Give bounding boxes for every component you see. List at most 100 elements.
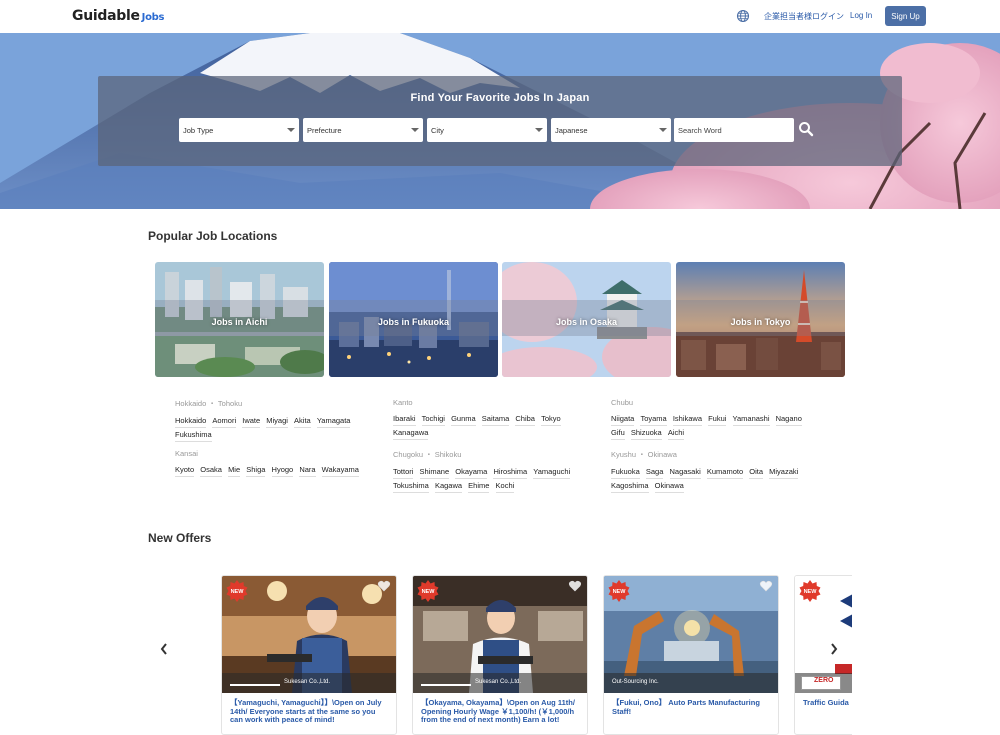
search-icon[interactable] — [798, 121, 814, 137]
pref-link[interactable]: Kagoshima — [611, 479, 649, 493]
location-card-aichi[interactable]: Jobs in Aichi — [155, 262, 324, 377]
pref-link[interactable]: Shizuoka — [630, 426, 662, 440]
company-name: Sukesan Co.,Ltd. — [284, 679, 331, 685]
offer-card[interactable]: NEW Sukesan Co.,Ltd. 【Yamaguchi, Yamaguc… — [221, 575, 397, 735]
pref-link[interactable]: Wakayama — [321, 463, 359, 477]
site-logo[interactable]: Guidable Jobs — [72, 8, 164, 24]
pref-link[interactable]: Nagano — [775, 412, 802, 426]
new-offers-title: New Offers — [148, 531, 212, 545]
pref-link[interactable]: Miyazaki — [769, 465, 799, 479]
offer-card-clip: NEW ZERO Traffic Guida — [794, 575, 852, 735]
offer-card[interactable]: NEW ZERO Traffic Guida — [794, 575, 852, 735]
offer-title[interactable]: 【Okayama, Okayama】\Open on Aug 11th/ Ope… — [421, 698, 581, 725]
pref-link[interactable]: Kochi — [495, 479, 515, 493]
region-chubu: Chubu Niigata Toyama Ishikawa Fukui Yama… — [611, 398, 821, 440]
pref-link[interactable]: Kanagawa — [393, 426, 429, 440]
pref-link[interactable]: Shimane — [419, 465, 450, 479]
pref-link[interactable]: Toyama — [640, 412, 667, 426]
prefecture-select[interactable]: Prefecture — [303, 118, 423, 142]
pref-link[interactable]: Chiba — [515, 412, 535, 426]
pref-link[interactable]: Saga — [645, 465, 664, 479]
offer-card[interactable]: NEW Out-Sourcing Inc. 【Fukui, Ono】 Auto … — [603, 575, 779, 735]
offer-title[interactable]: 【Yamaguchi, Yamaguchi】】\Open on July 14t… — [230, 698, 390, 725]
chevron-down-icon — [411, 128, 419, 132]
pref-link[interactable]: Gunma — [451, 412, 476, 426]
offer-title[interactable]: 【Fukui, Ono】 Auto Parts Manufacturing St… — [612, 698, 772, 716]
pref-link[interactable]: Tottori — [393, 465, 414, 479]
pref-link[interactable]: Oita — [749, 465, 764, 479]
pref-link[interactable]: Okayama — [455, 465, 488, 479]
carousel-next-button[interactable] — [830, 642, 838, 658]
region-name: Hokkaido ・ Tohoku — [175, 399, 243, 408]
pref-link[interactable]: Okinawa — [654, 479, 684, 493]
pref-link[interactable]: Fukui — [708, 412, 727, 426]
location-card-label: Jobs in Fukuoka — [377, 317, 449, 327]
language-select[interactable]: Japanese — [551, 118, 671, 142]
signup-button[interactable]: Sign Up — [885, 6, 926, 26]
pref-link[interactable]: Tokyo — [541, 412, 561, 426]
prefecture-value: Prefecture — [307, 125, 342, 135]
pref-link[interactable]: Hyogo — [271, 463, 294, 477]
pref-link[interactable]: Nara — [299, 463, 316, 477]
offer-title[interactable]: Traffic Guida — [803, 698, 852, 708]
globe-icon[interactable] — [736, 9, 750, 23]
heart-icon[interactable] — [377, 579, 391, 593]
location-card-label: Jobs in Osaka — [555, 317, 618, 327]
pref-link[interactable]: Yamagata — [316, 414, 351, 428]
pref-link[interactable]: Aomori — [212, 414, 237, 428]
pref-link[interactable]: Kagawa — [434, 479, 463, 493]
pref-link[interactable]: Osaka — [200, 463, 222, 477]
search-panel: Find Your Favorite Jobs In Japan Job Typ… — [98, 76, 902, 166]
hero-banner: Find Your Favorite Jobs In Japan Job Typ… — [0, 33, 1000, 209]
pref-link[interactable]: Kyoto — [175, 463, 195, 477]
pref-link[interactable]: Tokushima — [393, 479, 429, 493]
pref-link[interactable]: Kumamoto — [706, 465, 744, 479]
pref-link[interactable]: Nagasaki — [669, 465, 701, 479]
pref-link[interactable]: Fukushima — [175, 428, 212, 442]
heart-icon[interactable] — [568, 579, 582, 593]
corporate-login-link[interactable]: 企業担当者様ログイン — [764, 11, 844, 22]
pref-link[interactable]: Shiga — [246, 463, 266, 477]
pref-link[interactable]: Yamanashi — [732, 412, 770, 426]
region-kyushu-okinawa: Kyushu ・ Okinawa Fukuoka Saga Nagasaki K… — [611, 449, 821, 493]
pref-link[interactable]: Yamaguchi — [533, 465, 571, 479]
region-name: Kansai — [175, 449, 198, 458]
location-card-tokyo[interactable]: Jobs in Tokyo — [676, 262, 845, 377]
heart-icon[interactable] — [759, 579, 773, 593]
chevron-down-icon — [659, 128, 667, 132]
pref-link[interactable]: Ishikawa — [672, 412, 702, 426]
pref-link[interactable]: Saitama — [481, 412, 510, 426]
pref-link[interactable]: Miyagi — [266, 414, 288, 428]
carousel-prev-button[interactable] — [160, 642, 168, 658]
new-badge-label: NEW — [804, 589, 818, 595]
pref-link[interactable]: Mie — [228, 463, 241, 477]
pref-link[interactable]: Tochigi — [421, 412, 445, 426]
login-link[interactable]: Log In — [850, 11, 872, 20]
pref-link[interactable]: Hokkaido — [175, 414, 207, 428]
new-badge-icon: NEW — [226, 580, 248, 602]
pref-link[interactable]: Niigata — [611, 412, 635, 426]
region-name: Kyushu ・ Okinawa — [611, 450, 677, 459]
job-type-select[interactable]: Job Type — [179, 118, 299, 142]
logo-text: Guidable — [72, 8, 140, 24]
pref-link[interactable]: Fukuoka — [611, 465, 640, 479]
pref-link[interactable]: Ibaraki — [393, 412, 416, 426]
job-type-value: Job Type — [183, 125, 214, 135]
pref-link[interactable]: Iwate — [242, 414, 261, 428]
city-select[interactable]: City — [427, 118, 547, 142]
location-card-osaka[interactable]: Jobs in Osaka — [502, 262, 671, 377]
offer-card[interactable]: NEW Sukesan Co.,Ltd. 【Okayama, Okayama】\… — [412, 575, 588, 735]
pref-link[interactable]: Gifu — [611, 426, 625, 440]
region-name: Kanto — [393, 398, 413, 407]
location-card-label: Jobs in Aichi — [211, 317, 268, 327]
region-kansai: Kansai Kyoto Osaka Mie Shiga Hyogo Nara … — [175, 449, 385, 477]
pref-link[interactable]: Akita — [294, 414, 311, 428]
popular-locations-title: Popular Job Locations — [148, 229, 278, 243]
search-word-input[interactable] — [674, 118, 794, 142]
location-card-fukuoka[interactable]: Jobs in Fukuoka — [329, 262, 498, 377]
pref-link[interactable]: Aichi — [667, 426, 685, 440]
pref-link[interactable]: Ehime — [468, 479, 490, 493]
pref-link[interactable]: Hiroshima — [493, 465, 528, 479]
company-logo: ZERO — [801, 676, 841, 690]
site-header: Guidable Jobs 企業担当者様ログイン Log In Sign Up — [0, 0, 1000, 33]
